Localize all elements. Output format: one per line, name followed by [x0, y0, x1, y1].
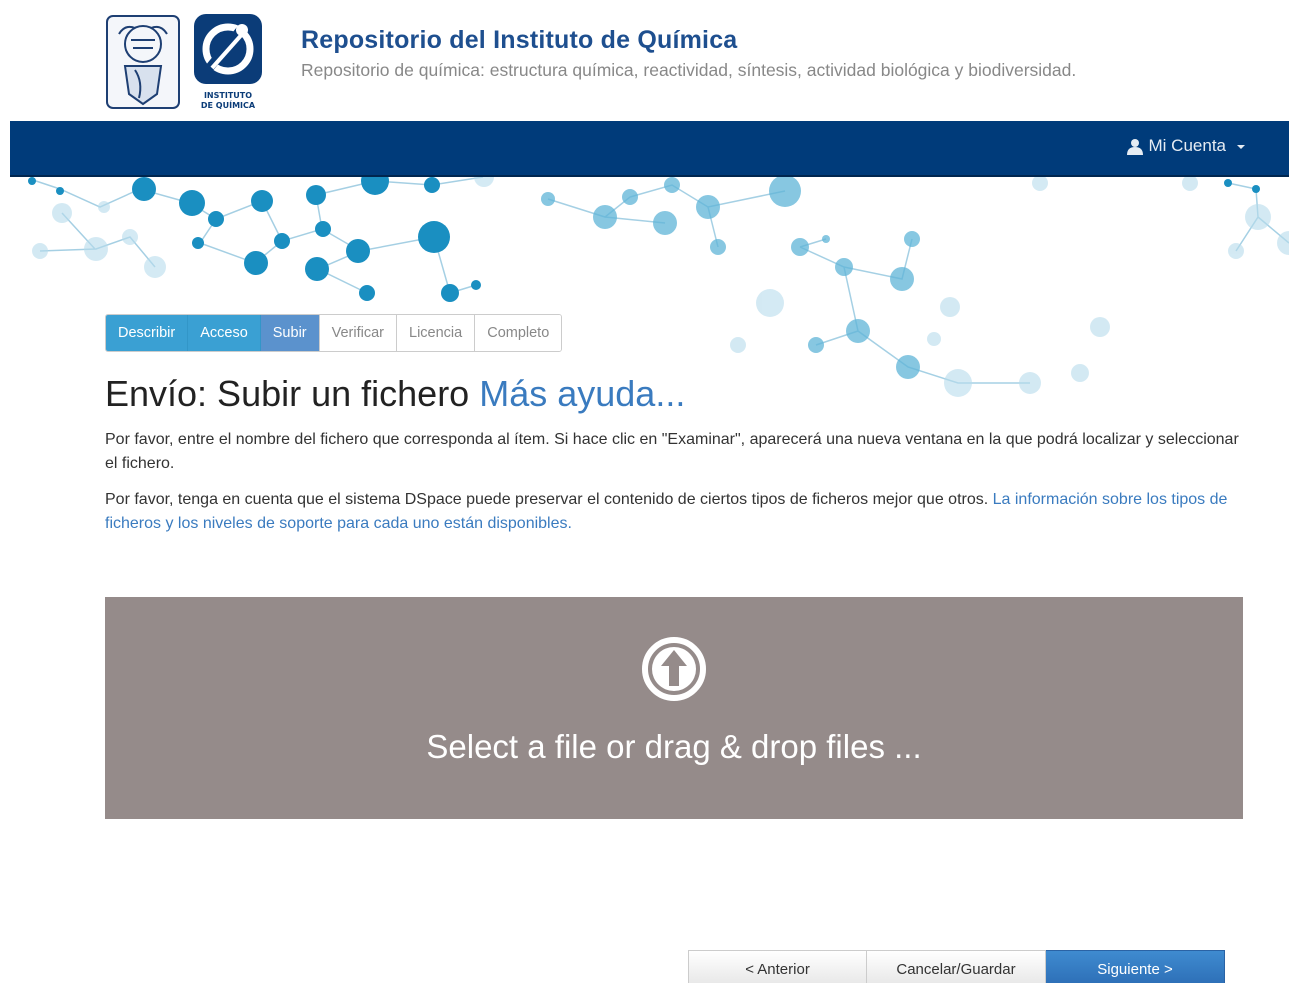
upload-arrow-icon [642, 637, 706, 701]
account-menu[interactable]: Mi Cuenta [1126, 136, 1245, 156]
file-formats-paragraph: Por favor, tenga en cuenta que el sistem… [105, 488, 1245, 536]
step-subir[interactable]: Subir [260, 315, 320, 351]
step-verificar: Verificar [319, 315, 398, 351]
svg-text:DE QUÍMICA: DE QUÍMICA [201, 99, 256, 110]
page-title: Envío: Subir un fichero Más ayuda... [105, 373, 685, 415]
step-describir[interactable]: Describir [106, 315, 189, 351]
site-subtitle: Repositorio de química: estructura quími… [301, 60, 1077, 80]
next-button[interactable]: Siguiente > [1046, 950, 1225, 983]
account-label: Mi Cuenta [1148, 136, 1226, 155]
file-formats-text: Por favor, tenga en cuenta que el sistem… [105, 491, 993, 508]
caret-down-icon [1237, 145, 1245, 149]
submission-steps: Describir Acceso Subir Verificar Licenci… [105, 314, 563, 352]
file-dropzone[interactable]: Select a file or drag & drop files ... [105, 597, 1243, 819]
page-title-text: Envío: Subir un fichero [105, 373, 470, 414]
site-title[interactable]: Repositorio del Instituto de Química [301, 26, 737, 55]
svg-text:INSTITUTO: INSTITUTO [204, 91, 252, 100]
cancel-save-button[interactable]: Cancelar/Guardar [867, 950, 1046, 983]
previous-button[interactable]: < Anterior [688, 950, 867, 983]
submission-buttons: < Anterior Cancelar/Guardar Siguiente > [688, 950, 1225, 983]
user-icon [1126, 138, 1143, 155]
dropzone-label: Select a file or drag & drop files ... [426, 728, 922, 765]
instructions-paragraph: Por favor, entre el nombre del fichero q… [105, 431, 1239, 472]
step-acceso[interactable]: Acceso [188, 315, 261, 351]
top-navbar: Mi Cuenta [10, 121, 1289, 177]
site-header: INSTITUTO DE QUÍMICA Repositorio del Ins… [0, 0, 1289, 121]
step-completo: Completo [475, 315, 562, 351]
instituto-quimica-logo[interactable]: INSTITUTO DE QUÍMICA [192, 14, 264, 110]
step-licencia: Licencia [397, 315, 476, 351]
unam-logo[interactable] [105, 14, 181, 110]
help-link[interactable]: Más ayuda... [479, 373, 685, 414]
